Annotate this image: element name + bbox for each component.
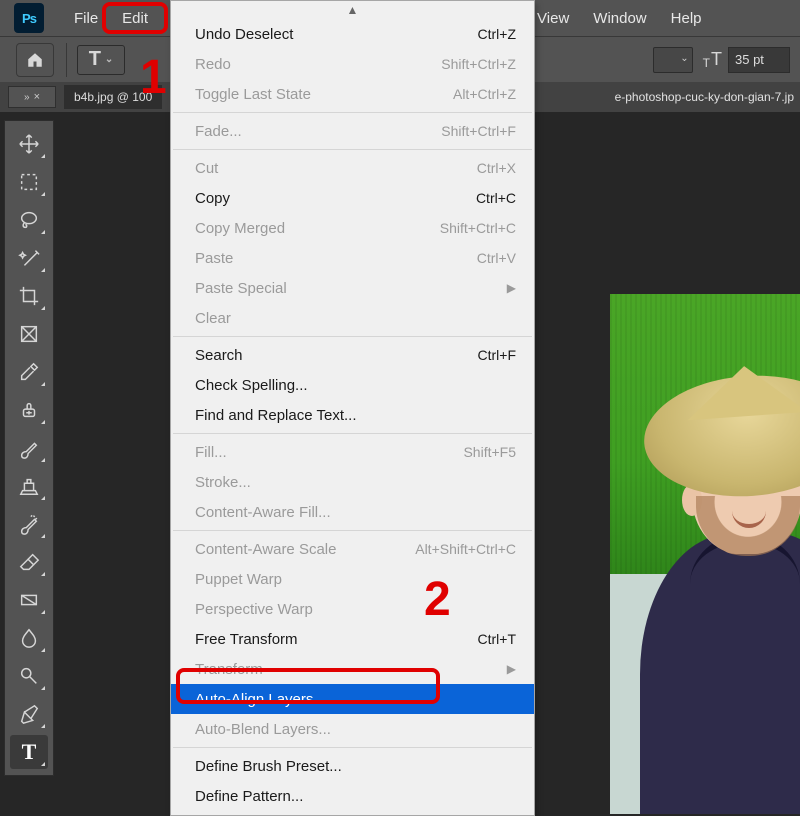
type-tool[interactable]: T xyxy=(10,735,48,769)
tool-preset-dropdown[interactable]: T ⌄ xyxy=(77,45,125,75)
font-style-dropdown[interactable]: ⌄ xyxy=(653,47,693,73)
menu-item-cut[interactable]: CutCtrl+X xyxy=(171,153,534,183)
annotation-number-1: 1 xyxy=(140,50,167,105)
eraser-tool[interactable] xyxy=(10,545,48,579)
menu-edit[interactable]: Edit xyxy=(110,4,160,33)
menu-item-clear[interactable]: Clear xyxy=(171,303,534,333)
gradient-tool[interactable] xyxy=(10,583,48,617)
chevron-down-icon: ⌄ xyxy=(105,54,113,65)
menu-file[interactable]: File xyxy=(62,4,110,33)
menu-item-fill[interactable]: Fill...Shift+F5 xyxy=(171,437,534,467)
close-icon: × xyxy=(34,91,40,103)
menu-item-auto-blend-layers[interactable]: Auto-Blend Layers... xyxy=(171,714,534,744)
healing-brush-tool[interactable] xyxy=(10,393,48,427)
document-image xyxy=(610,294,800,814)
pen-tool[interactable] xyxy=(10,697,48,731)
menu-item-toggle-last-state[interactable]: Toggle Last StateAlt+Ctrl+Z xyxy=(171,79,534,109)
submenu-arrow-icon: ▶ xyxy=(507,662,516,676)
font-size-control: TT 35 pt xyxy=(703,47,790,73)
menu-item-perspective-warp[interactable]: Perspective Warp xyxy=(171,594,534,624)
menu-item-copy-merged[interactable]: Copy MergedShift+Ctrl+C xyxy=(171,213,534,243)
frame-tool[interactable] xyxy=(10,317,48,351)
menu-separator xyxy=(173,336,532,337)
chevron-right-icon: » xyxy=(24,92,30,103)
menu-item-transform[interactable]: Transform▶ xyxy=(171,654,534,684)
menu-item-define-pattern[interactable]: Define Pattern... xyxy=(171,781,534,811)
menu-window[interactable]: Window xyxy=(581,4,658,33)
tools-panel: T xyxy=(4,120,54,776)
home-icon xyxy=(26,51,44,69)
edit-menu-dropdown: ▲ Undo DeselectCtrl+Z RedoShift+Ctrl+Z T… xyxy=(170,0,535,816)
menu-item-redo[interactable]: RedoShift+Ctrl+Z xyxy=(171,49,534,79)
move-tool[interactable] xyxy=(10,127,48,161)
menu-item-puppet-warp[interactable]: Puppet Warp xyxy=(171,564,534,594)
submenu-arrow-icon: ▶ xyxy=(507,281,516,295)
blur-tool[interactable] xyxy=(10,621,48,655)
menu-item-undo[interactable]: Undo DeselectCtrl+Z xyxy=(171,19,534,49)
clone-stamp-tool[interactable] xyxy=(10,469,48,503)
type-tool-icon: T xyxy=(89,48,101,71)
menu-item-content-aware-fill[interactable]: Content-Aware Fill... xyxy=(171,497,534,527)
menu-item-copy[interactable]: CopyCtrl+C xyxy=(171,183,534,213)
menu-help[interactable]: Help xyxy=(659,4,714,33)
chevron-down-icon: ⌄ xyxy=(680,53,688,64)
menu-item-free-transform[interactable]: Free TransformCtrl+T xyxy=(171,624,534,654)
history-brush-tool[interactable] xyxy=(10,507,48,541)
brush-tool[interactable] xyxy=(10,431,48,465)
marquee-tool[interactable] xyxy=(10,165,48,199)
annotation-number-2: 2 xyxy=(424,572,451,627)
menu-separator xyxy=(173,530,532,531)
menu-separator xyxy=(173,112,532,113)
photoshop-logo: Ps xyxy=(14,3,44,33)
menu-item-paste[interactable]: PasteCtrl+V xyxy=(171,243,534,273)
scroll-up-arrow-icon[interactable]: ▲ xyxy=(171,1,534,19)
crop-tool[interactable] xyxy=(10,279,48,313)
home-button[interactable] xyxy=(16,43,54,77)
font-size-icon: TT xyxy=(703,49,722,70)
menu-item-search[interactable]: SearchCtrl+F xyxy=(171,340,534,370)
menu-item-define-brush-preset[interactable]: Define Brush Preset... xyxy=(171,751,534,781)
menu-separator xyxy=(173,747,532,748)
menu-item-stroke[interactable]: Stroke... xyxy=(171,467,534,497)
magic-wand-tool[interactable] xyxy=(10,241,48,275)
dodge-tool[interactable] xyxy=(10,659,48,693)
eyedropper-tool[interactable] xyxy=(10,355,48,389)
menu-item-content-aware-scale[interactable]: Content-Aware ScaleAlt+Shift+Ctrl+C xyxy=(171,534,534,564)
lasso-tool[interactable] xyxy=(10,203,48,237)
menu-item-find-replace[interactable]: Find and Replace Text... xyxy=(171,400,534,430)
font-size-input[interactable]: 35 pt xyxy=(728,47,790,73)
document-tab-right[interactable]: e-photoshop-cuc-ky-don-gian-7.jp xyxy=(615,90,800,104)
menu-item-paste-special[interactable]: Paste Special▶ xyxy=(171,273,534,303)
menu-item-check-spelling[interactable]: Check Spelling... xyxy=(171,370,534,400)
menu-item-auto-align-layers[interactable]: Auto-Align Layers... xyxy=(171,684,534,714)
menu-separator xyxy=(173,149,532,150)
menu-separator xyxy=(173,433,532,434)
tab-panel-toggle[interactable]: » × xyxy=(8,86,56,108)
menu-item-fade[interactable]: Fade...Shift+Ctrl+F xyxy=(171,116,534,146)
divider xyxy=(66,43,67,77)
